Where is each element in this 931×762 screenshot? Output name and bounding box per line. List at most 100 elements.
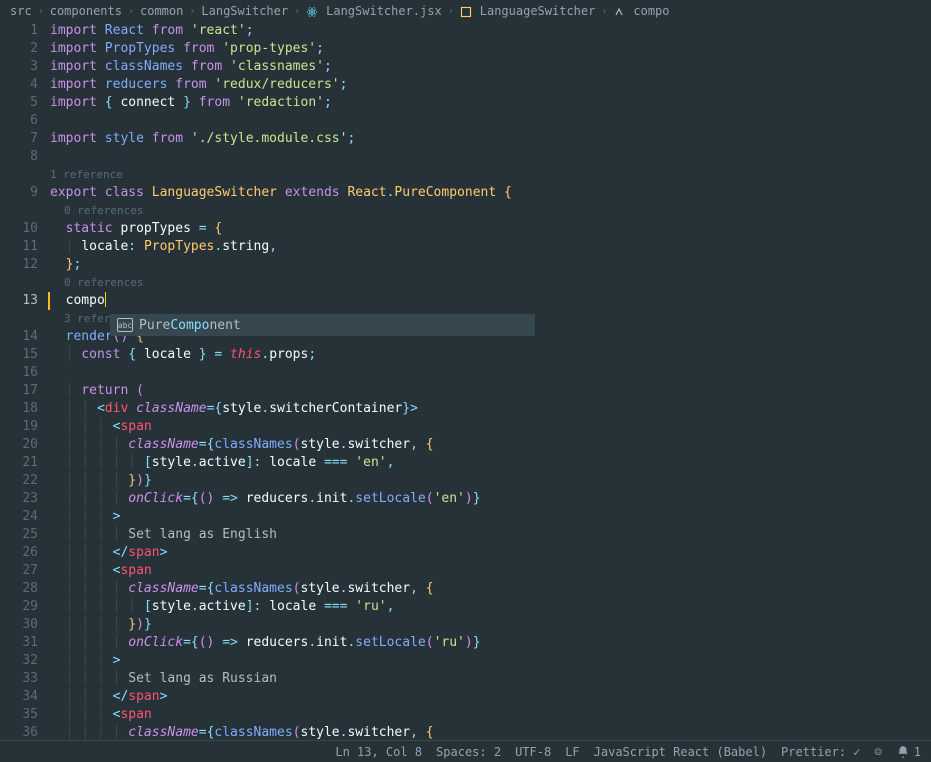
bell-icon — [896, 745, 910, 759]
code-line[interactable]: import { connect } from 'redaction'; — [50, 94, 931, 112]
code-line[interactable]: import React from 'react'; — [50, 22, 931, 40]
line-number: 25 — [0, 526, 38, 544]
line-number: 31 — [0, 634, 38, 652]
code-line[interactable]: compo — [50, 292, 931, 310]
method-icon — [613, 4, 625, 18]
code-line[interactable]: static propTypes = { — [50, 220, 931, 238]
code-line[interactable]: │ │ │ │ │ [style.active]: locale === 'ru… — [50, 598, 931, 616]
code-line[interactable] — [50, 112, 931, 130]
suggestion-item[interactable]: abc PureComponent — [111, 315, 534, 335]
line-number: 10 — [0, 220, 38, 238]
breadcrumb-item[interactable]: src — [10, 4, 32, 18]
line-number: 4 — [0, 76, 38, 94]
line-number: 5 — [0, 94, 38, 112]
cursor-position[interactable]: Ln 13, Col 8 — [335, 745, 422, 759]
code-line[interactable]: │ │ <div className={style.switcherContai… — [50, 400, 931, 418]
code-line[interactable] — [50, 148, 931, 166]
suggestion-suffix: nent — [209, 318, 240, 333]
line-number: 34 — [0, 688, 38, 706]
code-line[interactable]: import classNames from 'classnames'; — [50, 58, 931, 76]
codelens-hint[interactable]: 0 references — [50, 202, 931, 220]
line-number: 15 — [0, 346, 38, 364]
breadcrumb-item[interactable]: components — [50, 4, 122, 18]
status-bar: Ln 13, Col 8 Spaces: 2 UTF-8 LF JavaScri… — [0, 740, 931, 762]
line-number: 12 — [0, 256, 38, 274]
line-number: 30 — [0, 616, 38, 634]
line-number: 27 — [0, 562, 38, 580]
line-number: 20 — [0, 436, 38, 454]
code-line[interactable]: │ │ │ │ Set lang as English — [50, 526, 931, 544]
code-line[interactable]: │ │ │ │ })} — [50, 472, 931, 490]
breadcrumb-item[interactable]: LanguageSwitcher — [480, 4, 596, 18]
chevron-right-icon: › — [448, 6, 454, 17]
code-line[interactable]: │ const { locale } = this.props; — [50, 346, 931, 364]
code-line[interactable]: │ │ │ │ onClick={() => reducers.init.set… — [50, 490, 931, 508]
code-line[interactable]: │ │ │ <span — [50, 418, 931, 436]
line-number: 22 — [0, 472, 38, 490]
chevron-right-icon: › — [128, 6, 134, 17]
line-number-gutter: 1234567891011121314151617181920212223242… — [0, 22, 50, 740]
line-number: 19 — [0, 418, 38, 436]
line-number: 35 — [0, 706, 38, 724]
code-line[interactable]: import style from './style.module.css'; — [50, 130, 931, 148]
intellisense-popup[interactable]: abc PureComponent — [110, 314, 535, 336]
code-line[interactable]: }; — [50, 256, 931, 274]
code-line[interactable]: │ │ │ <span — [50, 706, 931, 724]
codelens-hint[interactable]: 0 references — [50, 274, 931, 292]
encoding[interactable]: UTF-8 — [515, 745, 551, 759]
code-line[interactable]: │ return ( — [50, 382, 931, 400]
breadcrumb-item[interactable]: LangSwitcher.jsx — [326, 4, 442, 18]
line-number: 9 — [0, 184, 38, 202]
code-line[interactable]: │ │ │ │ │ [style.active]: locale === 'en… — [50, 454, 931, 472]
chevron-right-icon: › — [601, 6, 607, 17]
code-line[interactable]: │ │ │ │ onClick={() => reducers.init.set… — [50, 634, 931, 652]
suggestion-prefix: Pure — [139, 318, 170, 333]
code-line[interactable]: │ │ │ <span — [50, 562, 931, 580]
class-icon — [460, 4, 472, 18]
chevron-right-icon: › — [294, 6, 300, 17]
line-number: 8 — [0, 148, 38, 166]
line-number: 18 — [0, 400, 38, 418]
editor-area[interactable]: 1234567891011121314151617181920212223242… — [0, 22, 931, 740]
line-number: 6 — [0, 112, 38, 130]
code-line[interactable]: │ │ │ │ className={classNames(style.swit… — [50, 724, 931, 740]
line-number: 21 — [0, 454, 38, 472]
notifications[interactable]: 1 — [896, 745, 921, 759]
line-number: 24 — [0, 508, 38, 526]
breadcrumb: src › components › common › LangSwitcher… — [0, 0, 931, 22]
code-line[interactable]: export class LanguageSwitcher extends Re… — [50, 184, 931, 202]
code-line[interactable]: import reducers from 'redux/reducers'; — [50, 76, 931, 94]
line-number: 29 — [0, 598, 38, 616]
breadcrumb-item[interactable]: LangSwitcher — [201, 4, 288, 18]
code-line[interactable]: │ locale: PropTypes.string, — [50, 238, 931, 256]
feedback-icon[interactable]: ☺ — [875, 745, 882, 759]
line-number: 23 — [0, 490, 38, 508]
chevron-right-icon: › — [38, 6, 44, 17]
code-line[interactable]: │ │ │ │ Set lang as Russian — [50, 670, 931, 688]
code-line[interactable]: import PropTypes from 'prop-types'; — [50, 40, 931, 58]
code-line[interactable] — [50, 364, 931, 382]
codelens-hint[interactable]: 1 reference — [50, 166, 931, 184]
breadcrumb-item[interactable]: common — [140, 4, 183, 18]
prettier-status[interactable]: Prettier: ✓ — [781, 745, 860, 759]
code-line[interactable]: │ │ │ </span> — [50, 688, 931, 706]
code-line[interactable]: │ │ │ │ className={classNames(style.swit… — [50, 580, 931, 598]
line-number: 33 — [0, 670, 38, 688]
line-number: 26 — [0, 544, 38, 562]
line-number: 36 — [0, 724, 38, 740]
chevron-right-icon: › — [189, 6, 195, 17]
code-line[interactable]: │ │ │ </span> — [50, 544, 931, 562]
code-line[interactable]: │ │ │ > — [50, 508, 931, 526]
breadcrumb-item[interactable]: compo — [633, 4, 669, 18]
code-line[interactable]: │ │ │ │ })} — [50, 616, 931, 634]
line-number: 14 — [0, 328, 38, 346]
notification-count: 1 — [914, 745, 921, 759]
code-line[interactable]: │ │ │ > — [50, 652, 931, 670]
code-content[interactable]: abc PureComponent import React from 'rea… — [50, 22, 931, 740]
code-line[interactable]: │ │ │ │ className={classNames(style.swit… — [50, 436, 931, 454]
line-number: 2 — [0, 40, 38, 58]
suggestion-kind-icon: abc — [117, 318, 133, 332]
eol[interactable]: LF — [565, 745, 579, 759]
indent-setting[interactable]: Spaces: 2 — [436, 745, 501, 759]
language-mode[interactable]: JavaScript React (Babel) — [594, 745, 767, 759]
